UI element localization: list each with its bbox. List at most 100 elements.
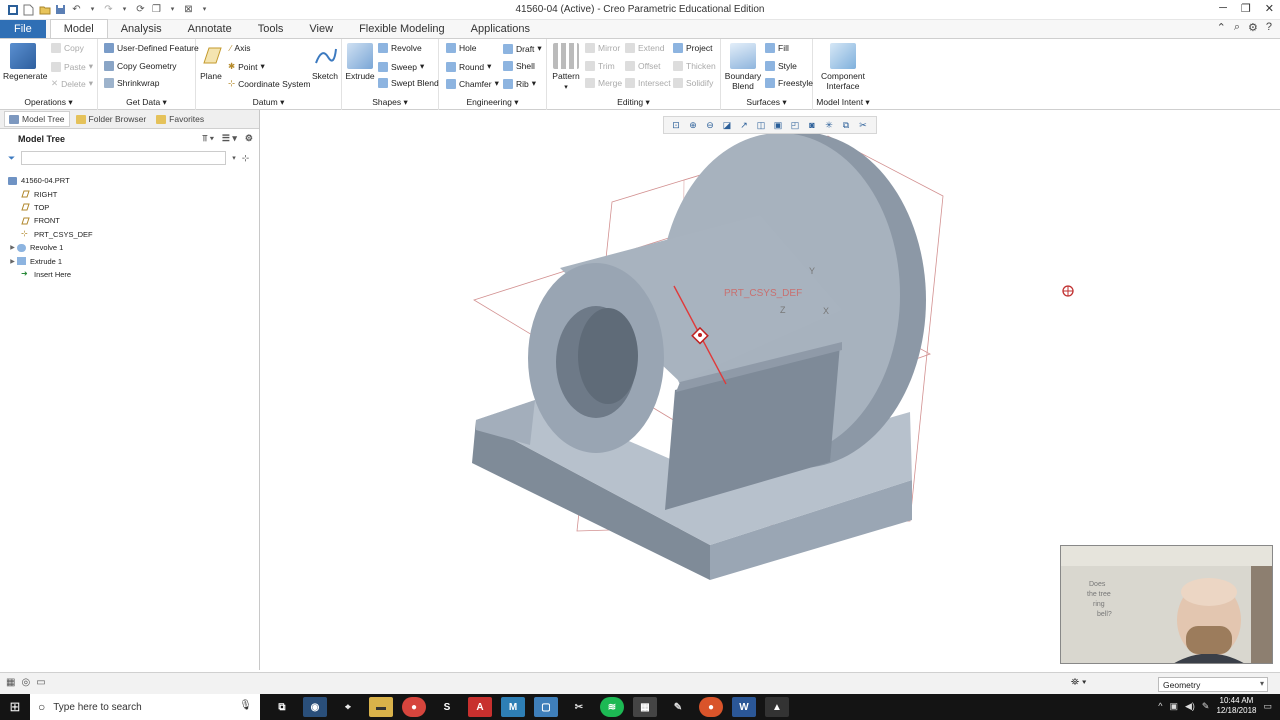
- tray-expand-icon[interactable]: ^: [1158, 701, 1162, 711]
- annotation-display-icon[interactable]: ⧉: [839, 119, 853, 132]
- pattern-button[interactable]: Pattern ▾: [551, 43, 581, 93]
- photos-icon[interactable]: ▲: [765, 697, 789, 717]
- chamfer-button[interactable]: Chamfer ▾: [446, 78, 499, 89]
- task-view-icon[interactable]: ⧉: [270, 697, 294, 717]
- draft-button[interactable]: Draft ▾: [503, 43, 542, 54]
- surfaces-group-label[interactable]: Surfaces ▾: [721, 97, 812, 108]
- tab-analysis[interactable]: Analysis: [108, 20, 175, 38]
- creo-icon[interactable]: ▢: [534, 697, 558, 717]
- maps-icon[interactable]: ⌖: [336, 697, 360, 717]
- expand-icon[interactable]: ▶: [8, 244, 17, 251]
- spin-center-icon[interactable]: ✂: [856, 119, 870, 132]
- spotify-icon[interactable]: ≋: [600, 697, 624, 717]
- rib-button[interactable]: Rib ▾: [503, 78, 536, 89]
- snip-icon[interactable]: ✂: [567, 697, 591, 717]
- shapes-group-label[interactable]: Shapes ▾: [342, 97, 438, 108]
- tree-item-revolve[interactable]: ▶ Revolve 1: [0, 241, 259, 254]
- project-button[interactable]: Project: [673, 43, 712, 53]
- selection-filter-dropdown[interactable]: Geometry ▾: [1158, 677, 1268, 692]
- saved-orientations-icon[interactable]: ◫: [754, 119, 768, 132]
- navigator-toggle-icon[interactable]: ▦: [6, 677, 15, 688]
- boundary-blend-button[interactable]: Boundary Blend: [723, 43, 763, 91]
- minimize-icon[interactable]: ─: [1219, 2, 1227, 15]
- undo-icon[interactable]: ↶: [70, 3, 83, 16]
- shell-button[interactable]: Shell: [503, 61, 535, 71]
- style-button[interactable]: Style: [765, 61, 797, 71]
- expand-icon[interactable]: ▶: [8, 258, 17, 265]
- cortana-icon[interactable]: ◉: [303, 697, 327, 717]
- tab-file[interactable]: File: [0, 20, 46, 38]
- firefox-icon[interactable]: ●: [699, 697, 723, 717]
- windows-dropdown-icon[interactable]: ▾: [166, 3, 179, 16]
- calculator-icon[interactable]: ▦: [633, 697, 657, 717]
- intersect-button[interactable]: Intersect: [625, 78, 671, 88]
- engineering-group-label[interactable]: Engineering ▾: [439, 97, 546, 108]
- browser-toggle-icon[interactable]: ◎: [21, 677, 30, 688]
- gear-icon[interactable]: ⚙: [1248, 21, 1258, 34]
- operations-group-label[interactable]: Operations ▾: [0, 97, 97, 108]
- tab-view[interactable]: View: [296, 20, 346, 38]
- editing-group-label[interactable]: Editing ▾: [547, 97, 720, 108]
- repaint-icon[interactable]: ◪: [720, 119, 734, 132]
- filter-dropdown-icon[interactable]: ▾: [232, 154, 236, 162]
- tab-tools[interactable]: Tools: [245, 20, 297, 38]
- shrinkwrap-button[interactable]: Shrinkwrap: [104, 78, 160, 88]
- undo-dropdown-icon[interactable]: ▾: [86, 3, 99, 16]
- taskbar-search[interactable]: ○ Type here to search 🎙: [30, 694, 260, 720]
- extend-button[interactable]: Extend: [625, 43, 664, 53]
- tab-applications[interactable]: Applications: [458, 20, 543, 38]
- refit-icon[interactable]: ⊡: [669, 119, 683, 132]
- copy-button[interactable]: Copy: [51, 43, 84, 53]
- get-data-group-label[interactable]: Get Data ▾: [98, 97, 195, 108]
- tab-model-tree[interactable]: Model Tree: [4, 111, 70, 127]
- regenerate-icon[interactable]: ⟳: [134, 3, 147, 16]
- new-icon[interactable]: [22, 3, 35, 16]
- help-icon[interactable]: ?: [1266, 21, 1272, 34]
- close-icon[interactable]: ✕: [1265, 2, 1274, 15]
- redo-dropdown-icon[interactable]: ▾: [118, 3, 131, 16]
- app-menu-icon[interactable]: [6, 3, 19, 16]
- point-button[interactable]: ✱ Point ▾: [228, 61, 265, 72]
- component-interface-button[interactable]: Component Interface: [815, 43, 871, 91]
- tree-columns-icon[interactable]: ☰ ▾: [222, 133, 237, 144]
- hole-button[interactable]: Hole: [446, 43, 476, 53]
- sketch-button[interactable]: Sketch: [310, 43, 340, 81]
- offset-button[interactable]: Offset: [625, 61, 661, 71]
- trim-button[interactable]: Trim: [585, 61, 615, 71]
- paste-button[interactable]: Paste ▾: [51, 61, 93, 72]
- model-intent-group-label[interactable]: Model Intent ▾: [813, 97, 873, 108]
- tab-model[interactable]: Model: [49, 19, 108, 38]
- delete-button[interactable]: ✕ Delete ▾: [51, 78, 93, 89]
- revolve-button[interactable]: Revolve: [378, 43, 422, 53]
- view-manager-icon[interactable]: ◙: [805, 119, 819, 132]
- open-icon[interactable]: [38, 3, 51, 16]
- extrude-button[interactable]: Extrude: [345, 43, 375, 81]
- tree-item-insert-here[interactable]: ➜ Insert Here: [0, 268, 259, 281]
- filter-icon[interactable]: ⏷: [8, 153, 15, 164]
- skype-icon[interactable]: S: [435, 697, 459, 717]
- zoom-in-icon[interactable]: ⊕: [686, 119, 700, 132]
- mirror-button[interactable]: Mirror: [585, 43, 620, 53]
- fullscreen-icon[interactable]: ▭: [36, 677, 45, 688]
- close-window-icon[interactable]: ⊠: [182, 3, 195, 16]
- restore-icon[interactable]: ❐: [1241, 2, 1251, 15]
- network-icon[interactable]: ▣: [1169, 701, 1178, 712]
- volume-icon[interactable]: ◀): [1185, 701, 1195, 712]
- tree-options-icon[interactable]: ⚙: [245, 133, 253, 144]
- customize-qat-icon[interactable]: ▾: [198, 3, 211, 16]
- zoom-out-icon[interactable]: ⊖: [703, 119, 717, 132]
- reorient-icon[interactable]: ↗: [737, 119, 751, 132]
- save-icon[interactable]: [54, 3, 67, 16]
- collapse-ribbon-icon[interactable]: ⌃: [1217, 21, 1226, 34]
- swept-blend-button[interactable]: Swept Blend: [378, 78, 439, 88]
- tab-annotate[interactable]: Annotate: [175, 20, 245, 38]
- tree-item-csys[interactable]: ⊹ PRT_CSYS_DEF: [0, 228, 259, 241]
- acrobat-icon[interactable]: A: [468, 697, 492, 717]
- mathcad-icon[interactable]: M: [501, 697, 525, 717]
- file-explorer-icon[interactable]: ▬: [369, 697, 393, 717]
- tree-item-top[interactable]: TOP: [0, 201, 259, 214]
- tab-flexible-modeling[interactable]: Flexible Modeling: [346, 20, 458, 38]
- thicken-button[interactable]: Thicken: [673, 61, 716, 71]
- sweep-button[interactable]: Sweep ▾: [378, 61, 424, 72]
- csys-button[interactable]: ⊹ Coordinate System: [228, 78, 310, 89]
